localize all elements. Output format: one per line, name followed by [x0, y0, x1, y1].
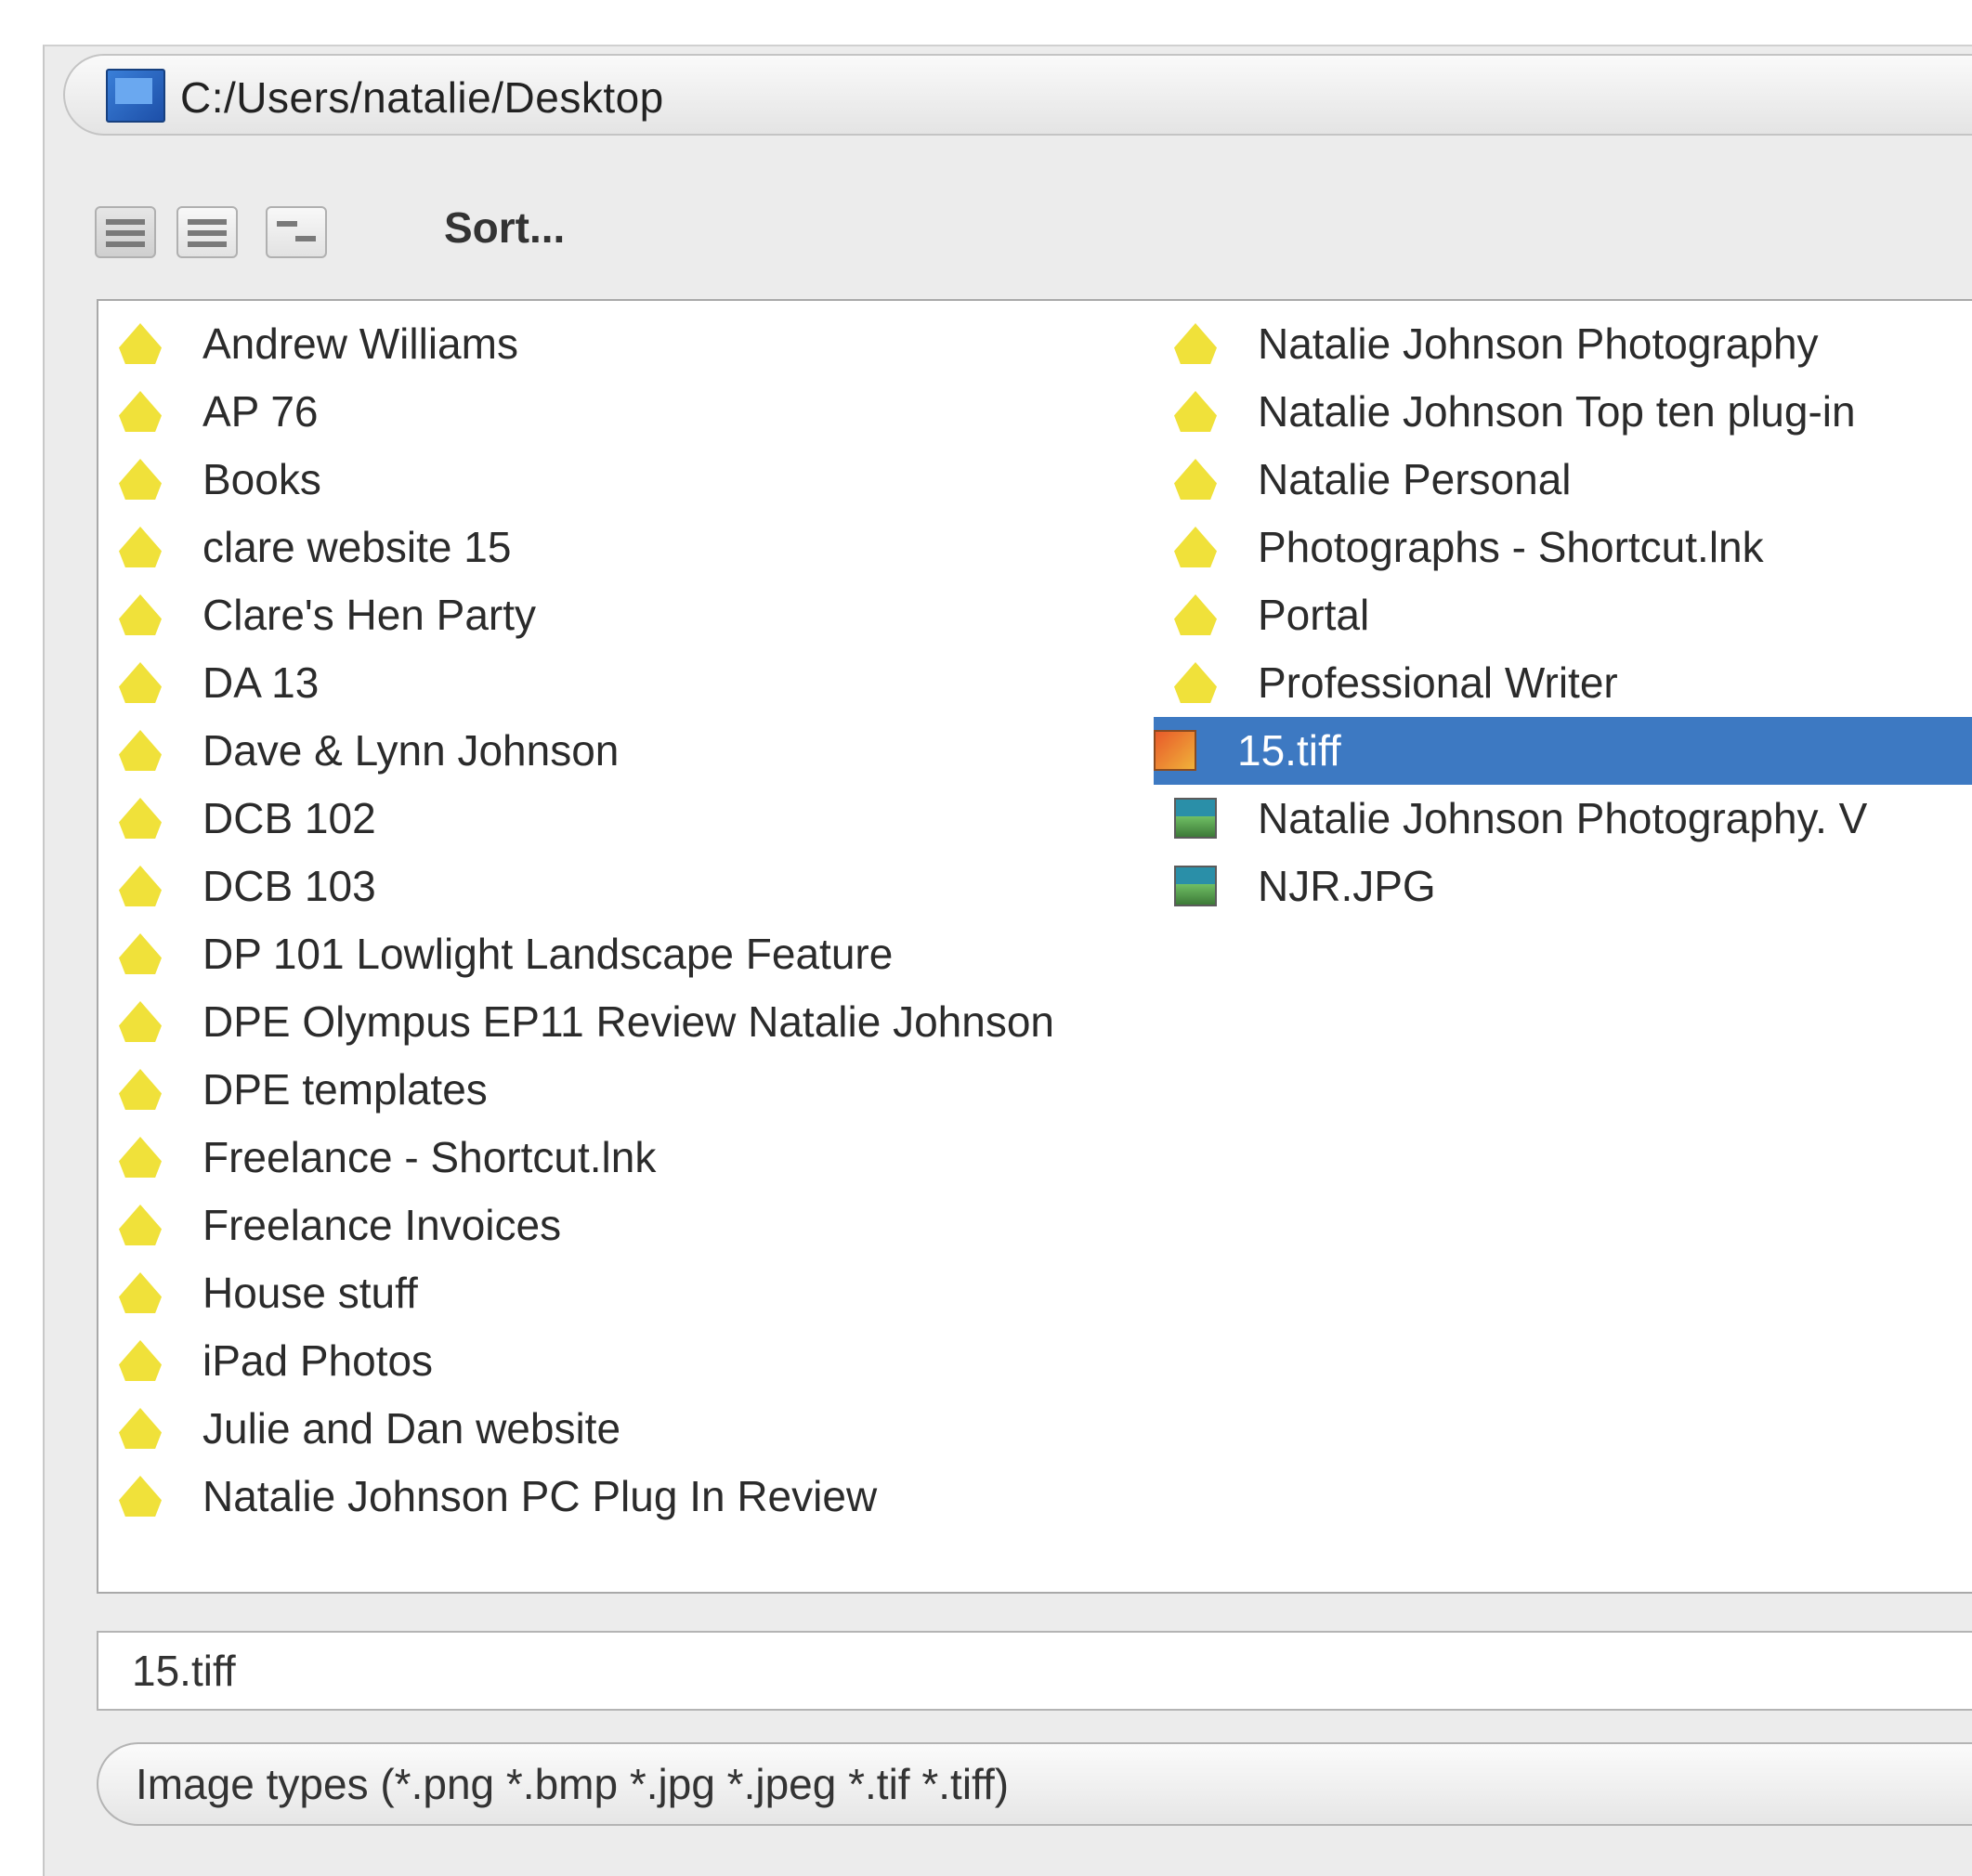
file-name-label: AP 76	[202, 387, 319, 436]
folder-icon	[119, 1476, 162, 1517]
file-list[interactable]: Andrew Williams AP 76 Books clare website 1…	[97, 299, 1972, 1594]
file-list-item[interactable]: DPE templates	[119, 1056, 1196, 1124]
file-list-item[interactable]: Books	[119, 446, 1196, 514]
file-name-label: iPad Photos	[202, 1336, 434, 1385]
file-name-label: Natalie Johnson PC Plug In Review	[202, 1472, 878, 1520]
file-list-item[interactable]: Natalie Personal	[1174, 446, 1972, 514]
folder-icon	[119, 391, 162, 432]
file-list-item[interactable]: DCB 102	[119, 785, 1196, 853]
file-list-item[interactable]: DA 13	[119, 649, 1196, 717]
folder-icon	[119, 933, 162, 974]
file-list-item[interactable]: Freelance Invoices	[119, 1192, 1196, 1259]
computer-icon	[106, 69, 165, 123]
file-list-item[interactable]: Natalie Johnson Top ten plug-in	[1174, 378, 1972, 446]
folder-icon	[1174, 391, 1217, 432]
file-list-item[interactable]: Natalie Johnson Photography. V	[1174, 785, 1972, 853]
file-name-label: Natalie Personal	[1258, 455, 1572, 503]
file-name-label: Photographs - Shortcut.lnk	[1258, 523, 1764, 571]
file-name-label: Andrew Williams	[202, 319, 518, 368]
file-name-label: DA 13	[202, 658, 320, 707]
folder-icon	[119, 1340, 162, 1381]
file-name-label: House stuff	[202, 1269, 418, 1317]
address-path: C:/Users/natalie/Desktop	[180, 73, 664, 122]
file-name-label: DPE Olympus EP11 Review Natalie Johnson	[202, 997, 1055, 1046]
file-name-label: DCB 102	[202, 794, 376, 842]
folder-icon	[119, 730, 162, 771]
sort-button[interactable]: Sort...	[444, 202, 565, 253]
file-name-label: Natalie Johnson Photography. V	[1258, 794, 1868, 842]
image-file-icon	[1174, 866, 1217, 906]
file-list-item[interactable]: Clare's Hen Party	[119, 581, 1196, 649]
folder-icon	[119, 1137, 162, 1178]
file-name-label: Dave & Lynn Johnson	[202, 726, 620, 775]
file-name-label: DPE templates	[202, 1065, 488, 1114]
file-list-item[interactable]: NJR.JPG	[1174, 853, 1972, 920]
file-list-item[interactable]: Photographs - Shortcut.lnk	[1174, 514, 1972, 581]
folder-icon	[119, 1205, 162, 1245]
folder-icon	[1174, 323, 1217, 364]
folder-icon	[1174, 459, 1217, 500]
file-name-label: NJR.JPG	[1258, 862, 1436, 910]
detail-view-button[interactable]	[176, 206, 238, 258]
folder-icon	[119, 1001, 162, 1042]
file-name-label: Professional Writer	[1258, 658, 1618, 707]
file-name-label: Natalie Johnson Photography	[1258, 319, 1819, 368]
list-view-button[interactable]	[95, 206, 156, 258]
toolbar: Sort...	[63, 158, 1972, 286]
file-list-item[interactable]: Natalie Johnson PC Plug In Review	[119, 1463, 1196, 1531]
image-file-icon	[1174, 798, 1217, 839]
folder-icon	[119, 662, 162, 703]
file-name-label: Freelance Invoices	[202, 1201, 562, 1249]
folder-icon	[1174, 527, 1217, 567]
file-list-item[interactable]: Julie and Dan website	[119, 1395, 1196, 1463]
file-list-item[interactable]: DCB 103	[119, 853, 1196, 920]
address-bar[interactable]: C:/Users/natalie/Desktop	[63, 54, 1972, 136]
file-name-label: Freelance - Shortcut.lnk	[202, 1133, 657, 1181]
file-list-item[interactable]: Natalie Johnson Photography	[1174, 310, 1972, 378]
folder-icon	[119, 459, 162, 500]
file-list-item[interactable]: DP 101 Lowlight Landscape Feature	[119, 920, 1196, 988]
folder-icon	[119, 527, 162, 567]
folder-icon	[119, 1069, 162, 1110]
file-list-item[interactable]: Professional Writer	[1174, 649, 1972, 717]
file-list-item[interactable]: DPE Olympus EP11 Review Natalie Johnson	[119, 988, 1196, 1056]
folder-icon	[119, 1408, 162, 1449]
tiff-image-icon	[1154, 730, 1196, 771]
folder-icon	[119, 323, 162, 364]
folder-icon	[119, 866, 162, 906]
filename-input[interactable]: 15.tiff	[97, 1631, 1972, 1711]
file-list-item[interactable]: iPad Photos	[119, 1327, 1196, 1395]
file-name-label: clare website 15	[202, 523, 512, 571]
folder-icon	[1174, 594, 1217, 635]
file-list-item[interactable]: clare website 15	[119, 514, 1196, 581]
file-list-item[interactable]: AP 76	[119, 378, 1196, 446]
file-list-item[interactable]: Andrew Williams	[119, 310, 1196, 378]
file-name-label: Natalie Johnson Top ten plug-in	[1258, 387, 1856, 436]
folder-icon	[119, 594, 162, 635]
file-name-label: DP 101 Lowlight Landscape Feature	[202, 930, 894, 978]
folder-icon	[1174, 662, 1217, 703]
file-name-label: 15.tiff	[1237, 726, 1341, 775]
filetype-select[interactable]: Image types (*.png *.bmp *.jpg *.jpeg *.…	[97, 1742, 1972, 1826]
file-name-label: Portal	[1258, 591, 1370, 639]
file-list-item[interactable]: Dave & Lynn Johnson	[119, 717, 1196, 785]
folder-icon	[119, 798, 162, 839]
file-column-1: Andrew Williams AP 76 Books clare website 1…	[119, 310, 1196, 1531]
file-name-label: Books	[202, 455, 321, 503]
file-list-item[interactable]: House stuff	[119, 1259, 1196, 1327]
file-list-item[interactable]: Portal	[1174, 581, 1972, 649]
file-name-label: DCB 103	[202, 862, 376, 910]
icon-view-button[interactable]	[266, 206, 327, 258]
file-name-label: Julie and Dan website	[202, 1404, 621, 1453]
folder-icon	[119, 1272, 162, 1313]
file-column-2: Natalie Johnson Photography Natalie Johns…	[1154, 310, 1972, 920]
file-list-item[interactable]: Freelance - Shortcut.lnk	[119, 1124, 1196, 1192]
file-list-item[interactable]: 15.tiff	[1154, 717, 1972, 785]
file-name-label: Clare's Hen Party	[202, 591, 537, 639]
